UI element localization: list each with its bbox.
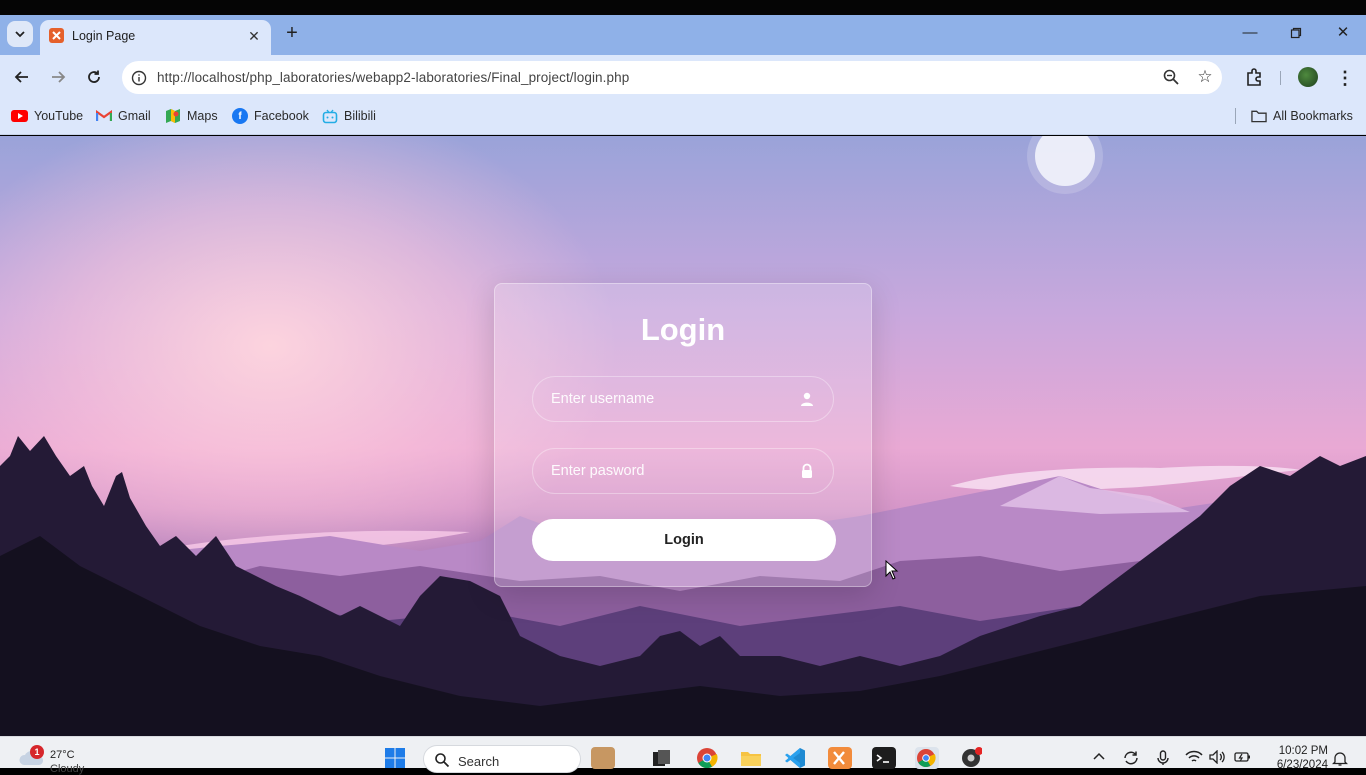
notification-badge: 1 xyxy=(30,745,44,759)
bookmarks-divider xyxy=(1235,108,1236,124)
zoom-icon[interactable] xyxy=(1162,68,1182,88)
notifications-icon[interactable] xyxy=(1331,751,1349,770)
user-icon xyxy=(801,392,813,406)
new-tab-button[interactable]: + xyxy=(282,23,302,43)
clock-date: 6/23/2024 xyxy=(1276,759,1328,771)
toolbar-divider xyxy=(1280,71,1281,85)
sync-icon[interactable] xyxy=(1122,750,1140,769)
bookmark-youtube[interactable]: YouTube xyxy=(11,107,83,125)
site-info-icon[interactable] xyxy=(128,67,150,89)
file-explorer-icon[interactable] xyxy=(740,747,764,769)
bookmark-label: Bilibili xyxy=(344,109,376,123)
lock-icon xyxy=(802,463,812,478)
browser-tab-bar: Login Page ✕ + — ✕ xyxy=(0,15,1366,55)
username-field xyxy=(532,376,834,422)
bookmarks-bar: YouTube Gmail Maps f Facebook Bilibili A… xyxy=(0,99,1366,135)
show-hidden-icons[interactable] xyxy=(1093,750,1105,764)
bookmark-bilibili[interactable]: Bilibili xyxy=(322,107,376,125)
bookmark-label: YouTube xyxy=(34,109,84,123)
password-input[interactable] xyxy=(533,449,833,493)
maps-icon xyxy=(165,108,181,124)
bookmark-star-icon[interactable]: ☆ xyxy=(1194,66,1216,88)
restore-button[interactable] xyxy=(1286,23,1306,43)
browser-toolbar: http://localhost/php_laboratories/webapp… xyxy=(0,55,1366,99)
reload-icon xyxy=(88,70,100,83)
bookmark-facebook[interactable]: f Facebook xyxy=(232,107,309,125)
chevron-down-icon xyxy=(15,31,25,38)
folder-icon xyxy=(1251,108,1267,124)
password-field xyxy=(532,448,834,494)
all-bookmarks-button[interactable]: All Bookmarks xyxy=(1251,107,1353,125)
back-arrow-icon xyxy=(14,71,28,83)
browser-menu-button[interactable]: ⋮ xyxy=(1336,67,1354,89)
volume-icon[interactable] xyxy=(1209,749,1227,767)
profile-avatar[interactable] xyxy=(1298,67,1318,87)
tab-search-button[interactable] xyxy=(7,21,33,47)
username-input[interactable] xyxy=(533,377,833,421)
tab-title: Login Page xyxy=(72,29,136,43)
screen-top-strip xyxy=(0,0,1366,15)
widgets-icon[interactable] xyxy=(591,747,615,769)
all-bookmarks-label: All Bookmarks xyxy=(1273,109,1353,123)
login-button[interactable]: Login xyxy=(532,519,836,561)
minimize-button[interactable]: — xyxy=(1240,23,1260,43)
bookmark-label: Facebook xyxy=(254,109,309,123)
search-icon xyxy=(435,753,450,768)
close-window-button[interactable]: ✕ xyxy=(1333,23,1353,43)
xampp-taskbar-icon[interactable] xyxy=(828,747,852,769)
clock-time: 10:02 PM xyxy=(1278,745,1328,757)
bookmark-gmail[interactable]: Gmail xyxy=(96,107,151,125)
microphone-icon[interactable] xyxy=(1156,750,1170,769)
wifi-icon[interactable] xyxy=(1185,750,1203,767)
windows-taskbar: 1 27°C Cloudy Search 10:02 PM 6/23/2024 xyxy=(0,736,1366,775)
address-bar[interactable]: http://localhost/php_laboratories/webapp… xyxy=(122,61,1222,94)
chrome-active-icon[interactable] xyxy=(915,747,939,769)
vscode-icon[interactable] xyxy=(784,747,808,769)
login-heading: Login xyxy=(640,312,726,347)
back-button[interactable] xyxy=(11,66,33,88)
chrome-profile-icon[interactable] xyxy=(960,747,984,769)
task-view-icon[interactable] xyxy=(650,747,674,769)
restore-icon xyxy=(1290,27,1302,39)
weather-temp: 27°C xyxy=(50,749,75,761)
bookmark-label: Gmail xyxy=(118,109,151,123)
youtube-icon xyxy=(11,110,28,122)
battery-icon[interactable] xyxy=(1234,750,1252,767)
url-text: http://localhost/php_laboratories/webapp… xyxy=(157,70,630,85)
mouse-cursor-icon xyxy=(885,560,899,580)
bilibili-icon xyxy=(322,108,338,124)
browser-tab[interactable]: Login Page ✕ xyxy=(40,20,271,55)
taskbar-search[interactable]: Search xyxy=(423,745,581,773)
extensions-icon[interactable] xyxy=(1244,67,1266,89)
terminal-icon[interactable] xyxy=(872,747,896,769)
forward-button[interactable] xyxy=(47,66,69,88)
chrome-icon[interactable] xyxy=(696,747,720,769)
bookmark-maps[interactable]: Maps xyxy=(165,107,218,125)
login-card: Login Login xyxy=(494,283,872,587)
weather-condition: Cloudy xyxy=(50,763,85,775)
xampp-icon xyxy=(49,28,64,43)
windows-logo-icon xyxy=(385,748,405,768)
login-page-background: Login Login xyxy=(0,136,1366,736)
search-label: Search xyxy=(458,754,500,769)
bookmark-label: Maps xyxy=(187,109,218,123)
reload-button[interactable] xyxy=(83,66,105,88)
close-tab-icon[interactable]: ✕ xyxy=(245,27,263,45)
forward-arrow-icon xyxy=(52,71,66,83)
gmail-icon xyxy=(96,108,112,124)
facebook-icon: f xyxy=(232,108,248,124)
start-button[interactable] xyxy=(384,747,408,769)
